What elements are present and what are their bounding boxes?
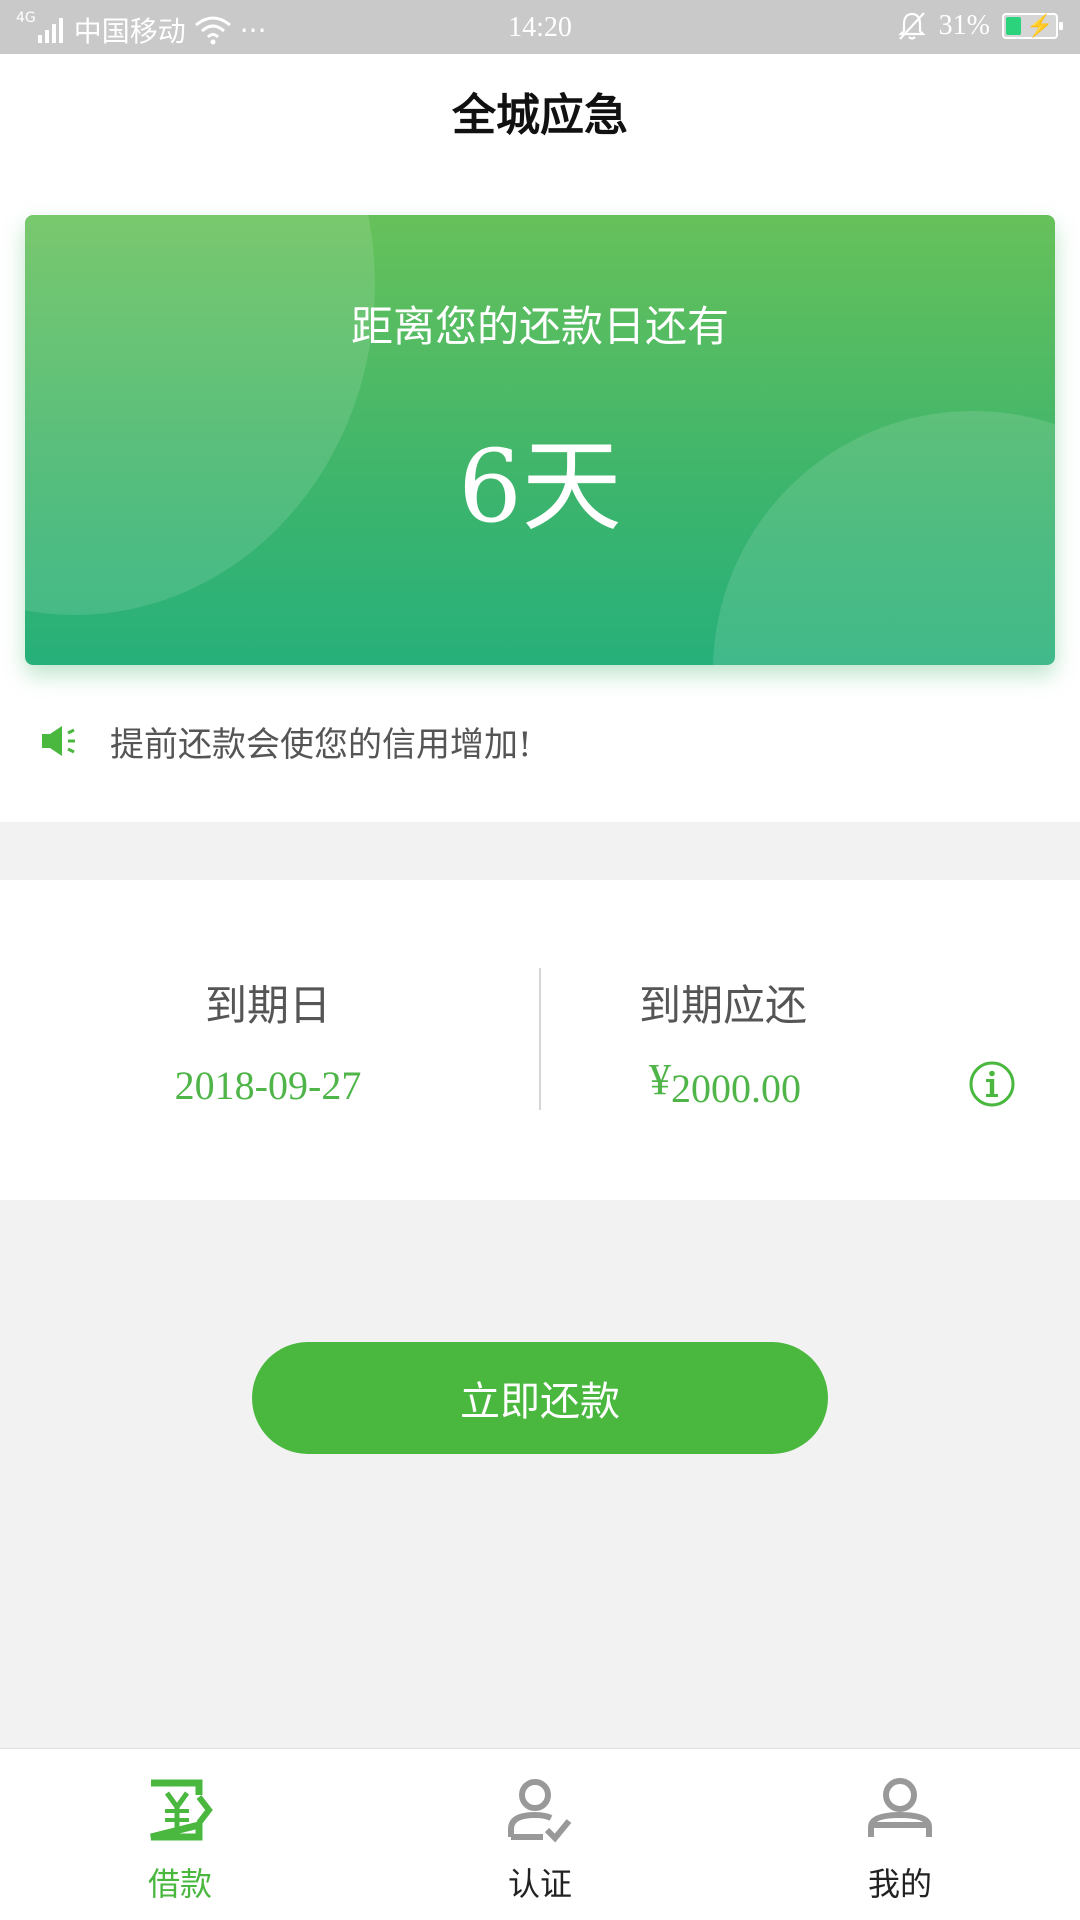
info-icon[interactable]: [968, 1060, 1016, 1108]
profile-icon: [868, 1778, 932, 1837]
tab-profile[interactable]: 我的: [720, 1749, 1080, 1920]
tab-verify[interactable]: 认证: [360, 1749, 720, 1920]
due-amount-value-wrap: ¥2000.00: [190, 1055, 1080, 1113]
speaker-icon: [42, 726, 75, 756]
tab-label: 我的: [868, 1865, 933, 1903]
loan-icon: [150, 1779, 213, 1841]
countdown-days: 6天: [458, 428, 622, 545]
due-amount-section: 到期应还 ¥2000.00: [540, 880, 1080, 1200]
due-info-panel: 到期日 2018-09-27 到期应还 ¥2000.00: [0, 880, 1080, 1200]
due-date-section: 到期日 2018-09-27: [0, 880, 540, 1200]
countdown-subtitle: 距离您的还款日还有: [350, 302, 729, 351]
due-amount-label: 到期应还: [638, 981, 807, 1030]
tab-label: 认证: [508, 1865, 573, 1903]
notice-text: 提前还款会使您的信用增加!: [110, 724, 532, 765]
notice-bar: 提前还款会使您的信用增加!: [40, 716, 532, 766]
status-bar: 4G 中国移动 ··· 14:20 31% ⚡: [0, 0, 1080, 54]
app-header: 全城应急: [0, 54, 1080, 178]
tab-loan[interactable]: 借款: [0, 1749, 360, 1920]
charging-icon: ⚡: [1026, 13, 1054, 38]
bottom-tab-bar: 借款 认证 我的: [0, 1748, 1080, 1920]
currency-symbol: ¥: [649, 1055, 671, 1104]
tab-label: 借款: [148, 1865, 213, 1903]
page-title: 全城应急: [452, 90, 628, 141]
battery-percent: 31%: [938, 10, 990, 41]
status-right: 31% ⚡: [897, 10, 1063, 42]
mute-bell-icon: [898, 12, 926, 40]
repay-now-button[interactable]: 立即还款: [252, 1342, 828, 1454]
battery-level: [1006, 17, 1021, 35]
battery-icon: ⚡: [1002, 13, 1063, 39]
verify-user-icon: [508, 1779, 572, 1843]
due-amount-value: 2000.00: [671, 1066, 801, 1111]
countdown-card: 距离您的还款日还有 6天: [25, 215, 1055, 665]
